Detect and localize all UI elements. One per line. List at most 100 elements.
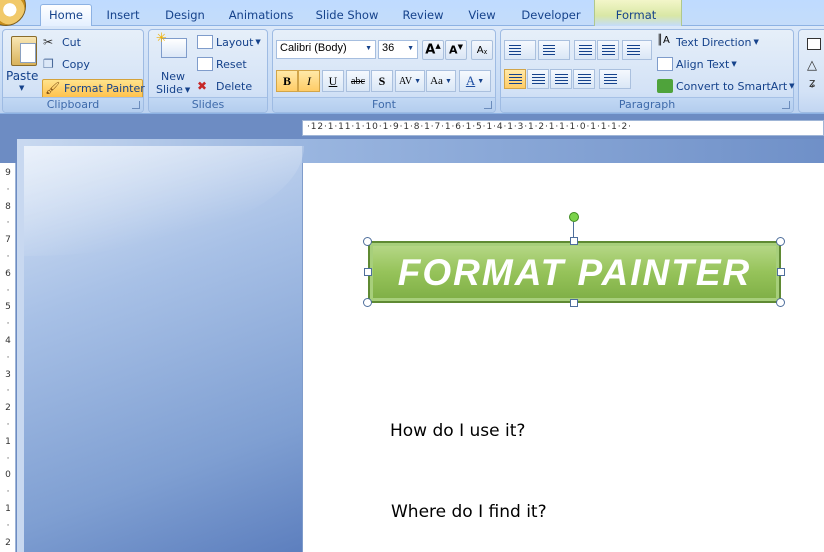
font-launcher-icon[interactable]	[484, 101, 492, 109]
triangle-shape-icon[interactable]: △	[807, 58, 817, 73]
grow-font-button[interactable]: A▲	[422, 40, 444, 60]
font-size-value: 36	[382, 42, 395, 54]
copy-button[interactable]: ❐ Copy	[43, 57, 90, 71]
paragraph-group-label: Paragraph	[501, 97, 793, 112]
resize-handle-bottom-left[interactable]	[363, 298, 372, 307]
strikethrough-button[interactable]: abc	[346, 70, 370, 92]
office-button[interactable]	[0, 0, 26, 26]
font-size-select[interactable]: 36 ▼	[378, 40, 418, 59]
bold-button[interactable]: B	[276, 70, 298, 92]
grow-font-icon: A▲	[425, 42, 441, 58]
decrease-indent-icon	[579, 45, 592, 56]
numbering-button[interactable]	[538, 40, 570, 60]
resize-handle-top-right[interactable]	[776, 237, 785, 246]
clipboard-launcher-icon[interactable]	[132, 101, 140, 109]
convert-smartart-button[interactable]: Convert to SmartArt ▼	[657, 79, 795, 93]
tab-review[interactable]: Review	[396, 6, 450, 26]
shrink-font-button[interactable]: A▼	[445, 40, 467, 60]
align-left-button[interactable]	[504, 69, 526, 89]
new-slide-dropdown[interactable]: Slide ▼	[156, 83, 190, 96]
tab-developer[interactable]: Developer	[516, 6, 586, 26]
new-slide-label-1: New	[161, 70, 185, 83]
tab-slide-show[interactable]: Slide Show	[310, 6, 384, 26]
justify-button[interactable]	[573, 69, 595, 89]
horizontal-ruler[interactable]: ·12·1·11·1·10·1·9·1·8·1·7·1·6·1·5·1·4·1·…	[302, 120, 824, 136]
align-left-icon	[509, 74, 522, 85]
decrease-indent-button[interactable]	[574, 40, 596, 60]
increase-indent-icon	[602, 45, 615, 56]
slide-title[interactable]: FORMAT PAINTER	[370, 253, 779, 293]
delete-button[interactable]: ✖ Delete	[197, 79, 252, 93]
text-shadow-button[interactable]: S	[371, 70, 393, 92]
cut-button[interactable]: ✂ Cut	[43, 35, 81, 49]
tab-design[interactable]: Design	[158, 6, 212, 26]
slides-group-label: Slides	[149, 97, 267, 112]
tab-view[interactable]: View	[462, 6, 502, 26]
align-text-label: Align Text	[676, 57, 730, 71]
copy-icon: ❐	[43, 57, 54, 71]
font-color-label: A	[465, 73, 476, 88]
italic-label: I	[307, 73, 311, 88]
reset-label: Reset	[216, 57, 247, 71]
align-center-button[interactable]	[527, 69, 549, 89]
columns-button[interactable]	[599, 69, 631, 89]
font-family-select[interactable]: Calibri (Body) ▼	[276, 40, 376, 59]
line-spacing-button[interactable]	[622, 40, 652, 60]
increase-indent-button[interactable]	[597, 40, 619, 60]
resize-handle-right[interactable]	[777, 268, 785, 276]
strikethrough-label: abc	[351, 75, 365, 87]
align-right-icon	[555, 74, 568, 85]
font-group-label: Font	[273, 97, 495, 112]
reset-button[interactable]: Reset	[197, 57, 247, 71]
slide-body-line-2[interactable]: Where do I find it?	[391, 502, 547, 522]
font-group: Calibri (Body) ▼ 36 ▼ A▲ A▼ Aᵪ B I U abc S…	[272, 29, 496, 113]
new-slide-button[interactable]: New	[161, 70, 185, 83]
curve-shape-icon[interactable]: ʑ	[809, 76, 815, 90]
text-direction-icon: ║A	[657, 35, 670, 46]
paragraph-launcher-icon[interactable]	[782, 101, 790, 109]
tab-animations[interactable]: Animations	[226, 6, 296, 26]
resize-handle-bottom-right[interactable]	[776, 298, 785, 307]
tab-insert[interactable]: Insert	[98, 6, 148, 26]
tab-format[interactable]: Format	[606, 6, 666, 26]
align-text-icon	[657, 57, 673, 71]
ribbon: Paste ▼ ✂ Cut ❐ Copy 🖌 Format Painter Cl…	[0, 26, 824, 114]
clear-formatting-button[interactable]: Aᵪ	[471, 40, 493, 60]
shadow-label: S	[378, 73, 386, 88]
italic-button[interactable]: I	[298, 70, 320, 92]
bullets-button[interactable]	[504, 40, 536, 60]
paintbrush-icon: 🖌	[45, 81, 61, 95]
align-text-button[interactable]: Align Text ▼	[657, 57, 737, 71]
scissors-icon: ✂	[43, 35, 54, 49]
rotate-handle[interactable]	[569, 212, 579, 222]
change-case-button[interactable]: Aa ▼	[426, 70, 456, 92]
resize-handle-top-left[interactable]	[363, 237, 372, 246]
resize-handle-top[interactable]	[570, 237, 578, 245]
font-family-value: Calibri (Body)	[280, 42, 347, 54]
ribbon-tabs: Home Insert Design Animations Slide Show…	[0, 0, 824, 27]
tab-home[interactable]: Home	[40, 4, 92, 27]
resize-handle-left[interactable]	[364, 268, 372, 276]
format-painter-button[interactable]: 🖌 Format Painter	[45, 81, 145, 95]
font-color-button[interactable]: A ▼	[459, 70, 491, 92]
clipboard-group-label: Clipboard	[3, 97, 143, 112]
paste-button[interactable]: Paste	[6, 69, 38, 83]
slide-canvas[interactable]	[302, 163, 824, 552]
title-shape[interactable]: FORMAT PAINTER	[368, 241, 781, 303]
new-slide-icon[interactable]: ✳	[156, 31, 187, 58]
bold-label: B	[282, 73, 291, 88]
paste-icon[interactable]	[11, 36, 37, 66]
paste-dropdown[interactable]: ▼	[17, 84, 24, 92]
resize-handle-bottom[interactable]	[570, 299, 578, 307]
align-right-button[interactable]	[550, 69, 572, 89]
vertical-ruler[interactable]: 9 · 8 · 7 · 6 · 5 · 4 · 3 · 2 · 1 · 0 · 1 · 2	[0, 163, 16, 552]
horizontal-ruler-marks: ·12·1·11·1·10·1·9·1·8·1·7·1·6·1·5·1·4·1·…	[307, 122, 632, 132]
delete-label: Delete	[216, 79, 253, 93]
character-spacing-button[interactable]: AV ▼	[395, 70, 425, 92]
convert-smartart-label: Convert to SmartArt	[676, 79, 788, 93]
text-box-shape-icon[interactable]	[807, 38, 821, 50]
text-direction-button[interactable]: ║A Text Direction ▼	[657, 35, 759, 49]
layout-button[interactable]: Layout ▼	[197, 35, 261, 49]
slide-body-line-1[interactable]: How do I use it?	[390, 421, 525, 441]
underline-button[interactable]: U	[322, 70, 344, 92]
